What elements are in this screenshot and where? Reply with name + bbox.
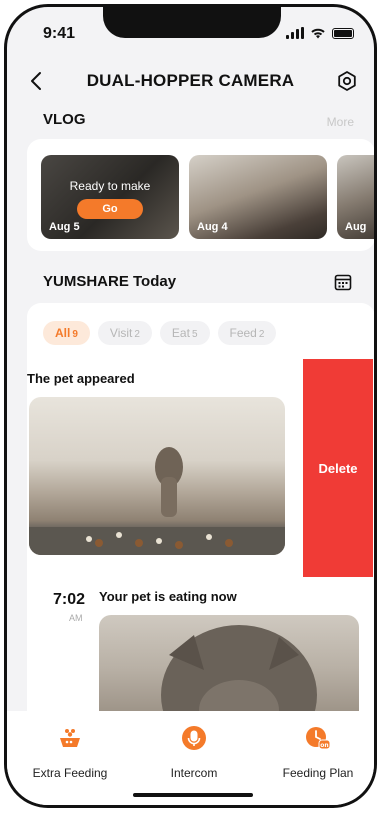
page-title: DUAL-HOPPER CAMERA [86, 71, 295, 90]
vlog-thumb[interactable]: Aug [337, 155, 374, 239]
tab-intercom[interactable]: Intercom [139, 725, 249, 780]
vlog-thumb[interactable]: Aug 4 [189, 155, 327, 239]
tab-extra-feeding[interactable]: Extra Feeding [15, 725, 125, 780]
paw-bowl-icon [60, 729, 80, 747]
battery-icon [332, 27, 354, 39]
event-title: Your pet is eating now [99, 589, 237, 604]
settings-icon[interactable] [336, 70, 358, 92]
vlog-thumb[interactable]: Ready to make Go Aug 5 [41, 155, 179, 239]
header: DUAL-HOPPER CAMERA [7, 63, 374, 99]
tab-label: Feeding Plan [282, 766, 354, 780]
home-indicator [133, 793, 253, 797]
vlog-card: Ready to make Go Aug 5 Aug 4 Aug [27, 139, 374, 251]
filter-chips: All 9 Visit 2 Eat 5 Feed 2 [43, 321, 277, 345]
svg-text:on: on [320, 742, 328, 749]
filter-chip-all[interactable]: All 9 [43, 321, 90, 345]
calendar-icon[interactable] [334, 273, 352, 291]
tab-label: Extra Feeding [32, 766, 108, 780]
tab-feeding-plan[interactable]: on Feeding Plan [263, 725, 373, 780]
event-ampm: AM [69, 613, 83, 623]
clock-on-icon: on [306, 727, 331, 750]
vlog-title: VLOG [43, 111, 86, 128]
status-icons [286, 27, 354, 39]
event-photo[interactable] [29, 397, 285, 555]
notch [103, 7, 281, 38]
event-title: The pet appeared [27, 371, 135, 386]
feed-card: All 9 Visit 2 Eat 5 Feed 2 The pet appeared … [27, 303, 374, 773]
bottom-tab-bar: Extra Feeding Intercom on Feeding Plan [7, 711, 374, 805]
filter-chip-visit[interactable]: Visit 2 [97, 321, 152, 345]
today-title: YUMSHARE Today [43, 273, 177, 290]
wifi-icon [311, 28, 325, 39]
vlog-more-link[interactable]: More [327, 115, 354, 129]
cat-photo-illustration [29, 447, 285, 555]
tab-label: Intercom [170, 766, 218, 780]
vlog-date: Aug 4 [197, 221, 228, 233]
filter-chip-eat[interactable]: Eat 5 [159, 321, 210, 345]
ready-text: Ready to make [69, 179, 151, 193]
event-time: 7:02 [53, 591, 86, 608]
vlog-date: Aug [345, 221, 367, 233]
status-time: 9:41 [43, 25, 76, 42]
filter-chip-feed[interactable]: Feed 2 [217, 321, 277, 345]
signal-icon [286, 27, 304, 39]
vlog-date: Aug 5 [49, 221, 80, 233]
microphone-icon [182, 726, 206, 750]
go-button[interactable]: Go [77, 199, 143, 219]
delete-button[interactable]: Delete [303, 359, 373, 577]
phone-frame: 9:41 DUAL-HOPPER CAMERA VLOG More Ready … [4, 4, 377, 808]
